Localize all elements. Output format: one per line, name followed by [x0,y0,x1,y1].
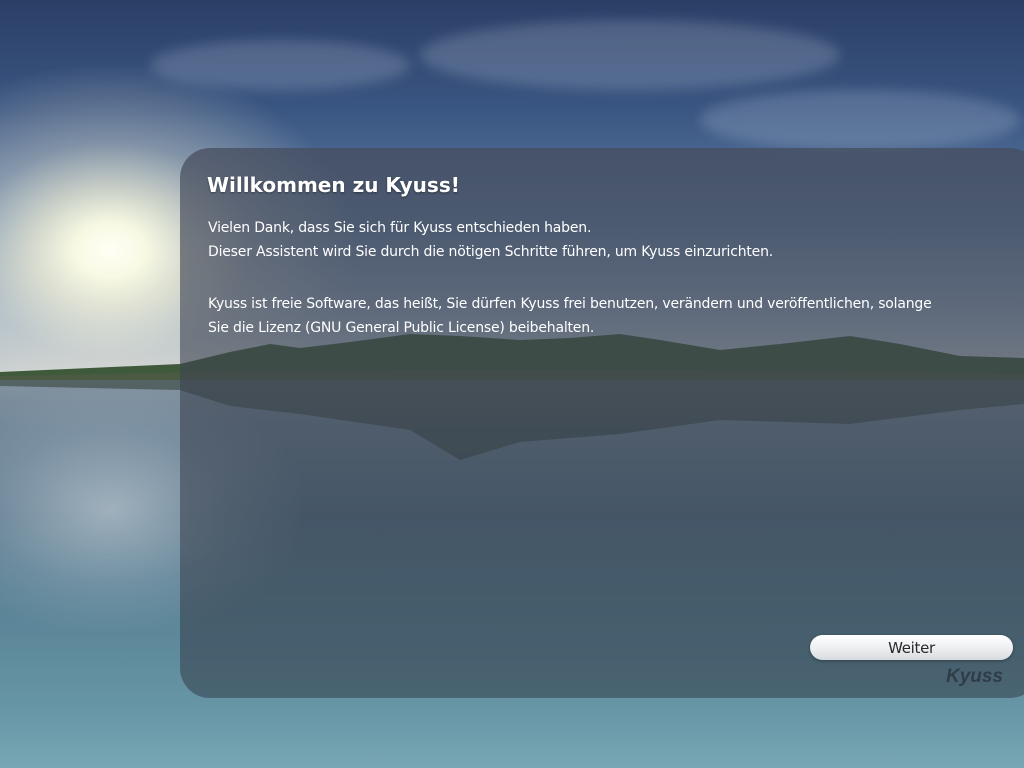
page-title: Willkommen zu Kyuss! [207,173,460,197]
intro-line: Vielen Dank, dass Sie sich für Kyuss ent… [208,220,592,236]
license-line: Kyuss ist freie Software, das heißt, Sie… [208,296,932,312]
next-button-label: Weiter [888,638,935,657]
cloud-decoration [420,20,840,90]
wizard-screen: Willkommen zu Kyuss! Vielen Dank, dass S… [0,0,1024,768]
license-paragraph: Kyuss ist freie Software, das heißt, Sie… [208,292,932,340]
license-line: Sie die Lizenz (GNU General Public Licen… [208,320,595,336]
intro-paragraph: Vielen Dank, dass Sie sich für Kyuss ent… [208,216,773,264]
next-button[interactable]: Weiter [810,635,1013,660]
intro-line: Dieser Assistent wird Sie durch die nöti… [208,244,774,260]
brand-logo: Kyuss [946,666,1004,687]
cloud-decoration [700,90,1020,150]
